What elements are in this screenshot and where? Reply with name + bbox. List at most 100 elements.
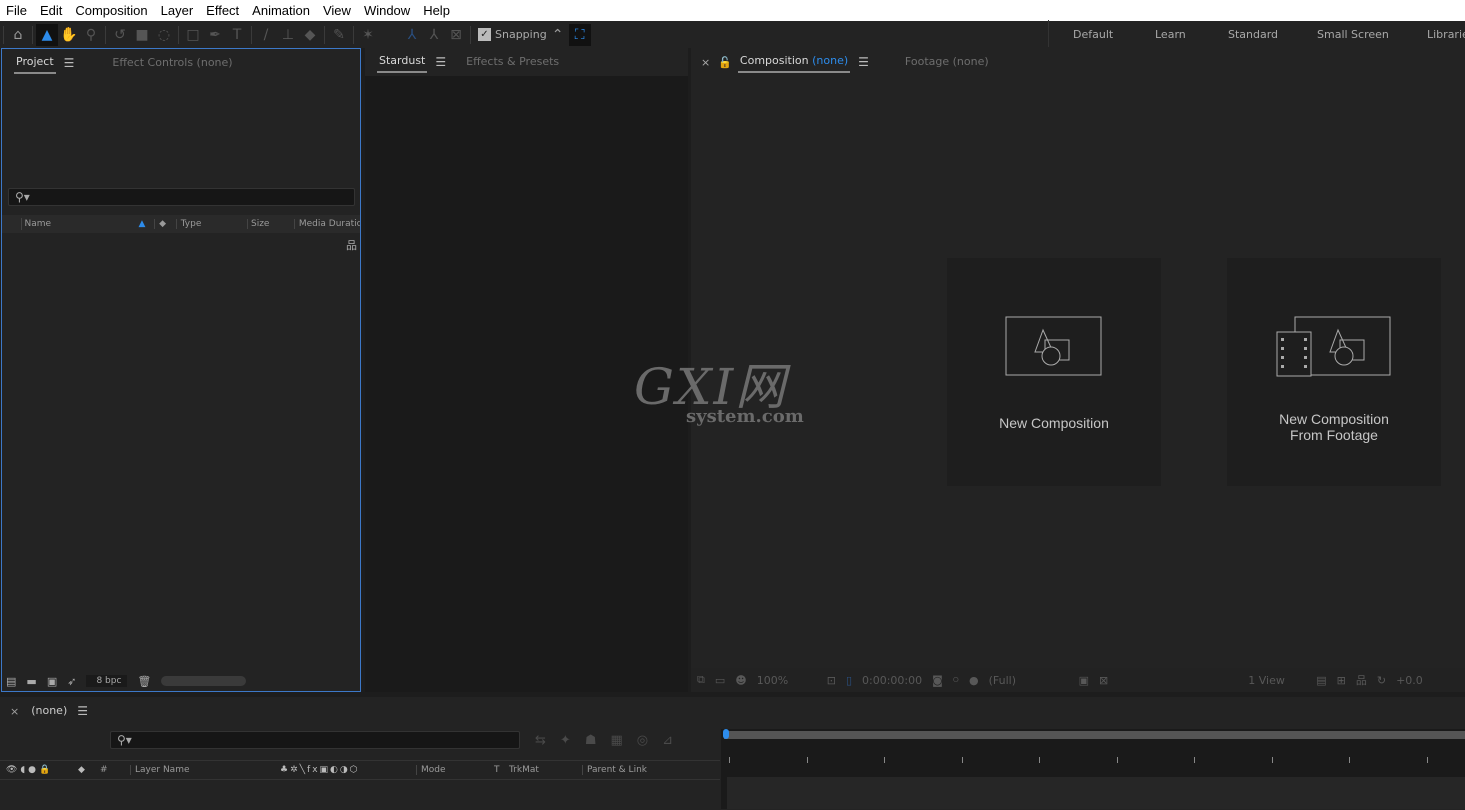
- timecode[interactable]: 0:00:00:00: [862, 674, 922, 687]
- menu-composition[interactable]: Composition: [69, 3, 154, 18]
- column-t[interactable]: T: [494, 765, 506, 775]
- render-queue-icon[interactable]: ➶: [67, 675, 76, 688]
- tab-project[interactable]: Project: [14, 53, 56, 74]
- type-tool-icon[interactable]: T: [226, 24, 248, 46]
- timeline-search-input[interactable]: ⚲▾: [110, 731, 520, 749]
- comp-mini-flowchart-icon[interactable]: ⇆: [535, 733, 546, 748]
- project-search-input[interactable]: ⚲▾: [8, 188, 355, 206]
- tab-composition[interactable]: Composition (none): [737, 52, 851, 73]
- world-axis-icon[interactable]: ⅄: [423, 24, 445, 46]
- label-tag-icon[interactable]: ◆: [154, 219, 176, 229]
- workspace-libraries[interactable]: Librarie: [1427, 28, 1465, 41]
- av-features-icons[interactable]: 👁◖●🔒: [6, 765, 78, 775]
- new-folder-icon[interactable]: ▬: [26, 675, 36, 688]
- work-area-bar[interactable]: [724, 731, 1465, 739]
- frame-blending-icon[interactable]: ▦: [610, 733, 622, 748]
- label-tag-icon[interactable]: ◆: [78, 765, 100, 775]
- column-number[interactable]: #: [100, 765, 130, 775]
- column-media-duration[interactable]: Media Duratic: [293, 219, 360, 229]
- column-type[interactable]: Type: [175, 219, 247, 229]
- exposure-reset-icon[interactable]: ↻: [1377, 674, 1386, 687]
- toggle-transparency-icon[interactable]: ⊠: [1099, 674, 1108, 687]
- snapshot-icon[interactable]: ◙: [932, 674, 943, 687]
- panel-menu-icon[interactable]: ☰: [435, 55, 446, 69]
- workspace-small-screen[interactable]: Small Screen: [1317, 28, 1389, 41]
- shy-icon[interactable]: ☗: [585, 733, 597, 748]
- lock-icon[interactable]: 🔓: [718, 56, 732, 69]
- zoom-tool-icon[interactable]: ⚲: [80, 24, 102, 46]
- tab-stardust[interactable]: Stardust: [377, 52, 428, 73]
- comp-flowchart-icon[interactable]: 品: [1356, 672, 1367, 688]
- menu-animation[interactable]: Animation: [246, 3, 317, 18]
- menu-window[interactable]: Window: [358, 3, 417, 18]
- fast-previews-icon[interactable]: ▣: [1079, 674, 1089, 687]
- panel-menu-icon[interactable]: ☰: [64, 56, 75, 70]
- tab-effect-controls[interactable]: Effect Controls (none): [110, 54, 234, 73]
- eraser-tool-icon[interactable]: ◆: [299, 24, 321, 46]
- close-icon[interactable]: ×: [10, 705, 19, 718]
- hand-tool-icon[interactable]: ✋: [58, 24, 80, 46]
- always-preview-icon[interactable]: ⧉: [697, 673, 705, 687]
- tab-timeline[interactable]: (none): [29, 702, 69, 721]
- show-snapshot-icon[interactable]: ဝ: [953, 672, 959, 688]
- motion-blur-icon[interactable]: ◎: [637, 733, 648, 748]
- rectangle-tool-icon[interactable]: □: [182, 24, 204, 46]
- clone-stamp-tool-icon[interactable]: ⊥: [277, 24, 299, 46]
- interpret-footage-icon[interactable]: ▤: [6, 675, 16, 688]
- playhead[interactable]: [723, 729, 729, 739]
- selection-tool-icon[interactable]: ▲: [36, 23, 58, 46]
- column-name[interactable]: Name: [22, 219, 139, 229]
- pen-tool-icon[interactable]: ✒: [204, 24, 226, 46]
- flowchart-icon[interactable]: 品: [346, 237, 357, 253]
- exposure-value[interactable]: +0.0: [1396, 674, 1423, 687]
- snapping-checkbox[interactable]: ✓: [478, 28, 491, 41]
- column-trkmat[interactable]: TrkMat: [506, 765, 582, 775]
- column-mode[interactable]: Mode: [416, 765, 494, 775]
- camera-tool-icon[interactable]: ■: [131, 24, 153, 46]
- tab-effects-presets[interactable]: Effects & Presets: [464, 53, 561, 72]
- panel-menu-icon[interactable]: ☰: [77, 704, 88, 718]
- graph-editor-icon[interactable]: ⊿: [662, 733, 673, 748]
- color-channels-icon[interactable]: ●: [969, 674, 979, 687]
- roto-brush-tool-icon[interactable]: ✎: [328, 24, 350, 46]
- menu-edit[interactable]: Edit: [34, 3, 69, 18]
- layer-switches-icons[interactable]: ♣✲╲fx▣◐◑⬡: [280, 765, 416, 775]
- home-icon[interactable]: ⌂: [7, 24, 29, 46]
- new-composition-icon[interactable]: ▣: [47, 675, 57, 688]
- panel-menu-icon[interactable]: ☰: [858, 55, 869, 69]
- draft-3d-icon[interactable]: ✦: [560, 733, 571, 748]
- workspace-learn[interactable]: Learn: [1155, 28, 1186, 41]
- sort-ascending-icon[interactable]: ▲: [139, 219, 155, 229]
- timeline-icon[interactable]: ⊞: [1337, 674, 1346, 687]
- snap-edges-icon[interactable]: ⌃: [547, 24, 569, 46]
- menu-file[interactable]: File: [0, 3, 34, 18]
- bpc-button[interactable]: 8 bpc: [86, 675, 128, 687]
- column-size[interactable]: Size: [246, 219, 294, 229]
- brush-tool-icon[interactable]: /: [255, 24, 277, 46]
- new-composition-from-footage-card[interactable]: New Composition From Footage: [1227, 258, 1441, 486]
- snap-features-icon[interactable]: ⛶: [568, 23, 591, 46]
- menu-effect[interactable]: Effect: [200, 3, 246, 18]
- column-layer-name[interactable]: Layer Name: [130, 765, 280, 775]
- tab-footage[interactable]: Footage (none): [903, 53, 991, 72]
- zoom-dropdown[interactable]: 100%: [757, 674, 817, 687]
- monitor-icon[interactable]: ▭: [715, 674, 725, 687]
- region-of-interest-icon[interactable]: ⊡: [827, 674, 836, 687]
- local-axis-icon[interactable]: ⅄: [401, 24, 423, 46]
- trash-icon[interactable]: 🗑: [137, 675, 151, 688]
- menu-layer[interactable]: Layer: [155, 3, 201, 18]
- menu-help[interactable]: Help: [417, 3, 457, 18]
- new-composition-card[interactable]: New Composition: [947, 258, 1161, 486]
- puppet-tool-icon[interactable]: ✶: [357, 24, 379, 46]
- mask-icon[interactable]: ☻: [735, 674, 746, 687]
- column-parent-link[interactable]: Parent & Link: [582, 765, 647, 775]
- close-icon[interactable]: ×: [701, 56, 710, 69]
- time-ruler[interactable]: [721, 729, 1465, 809]
- resolution-dropdown[interactable]: (Full): [989, 674, 1069, 687]
- view-layout-dropdown[interactable]: 1 View: [1248, 674, 1306, 687]
- menu-view[interactable]: View: [317, 3, 358, 18]
- horizontal-scrollbar[interactable]: [161, 676, 247, 686]
- workspace-default[interactable]: Default: [1073, 28, 1113, 41]
- pan-behind-tool-icon[interactable]: ◌: [153, 24, 175, 46]
- workspace-standard[interactable]: Standard: [1228, 28, 1278, 41]
